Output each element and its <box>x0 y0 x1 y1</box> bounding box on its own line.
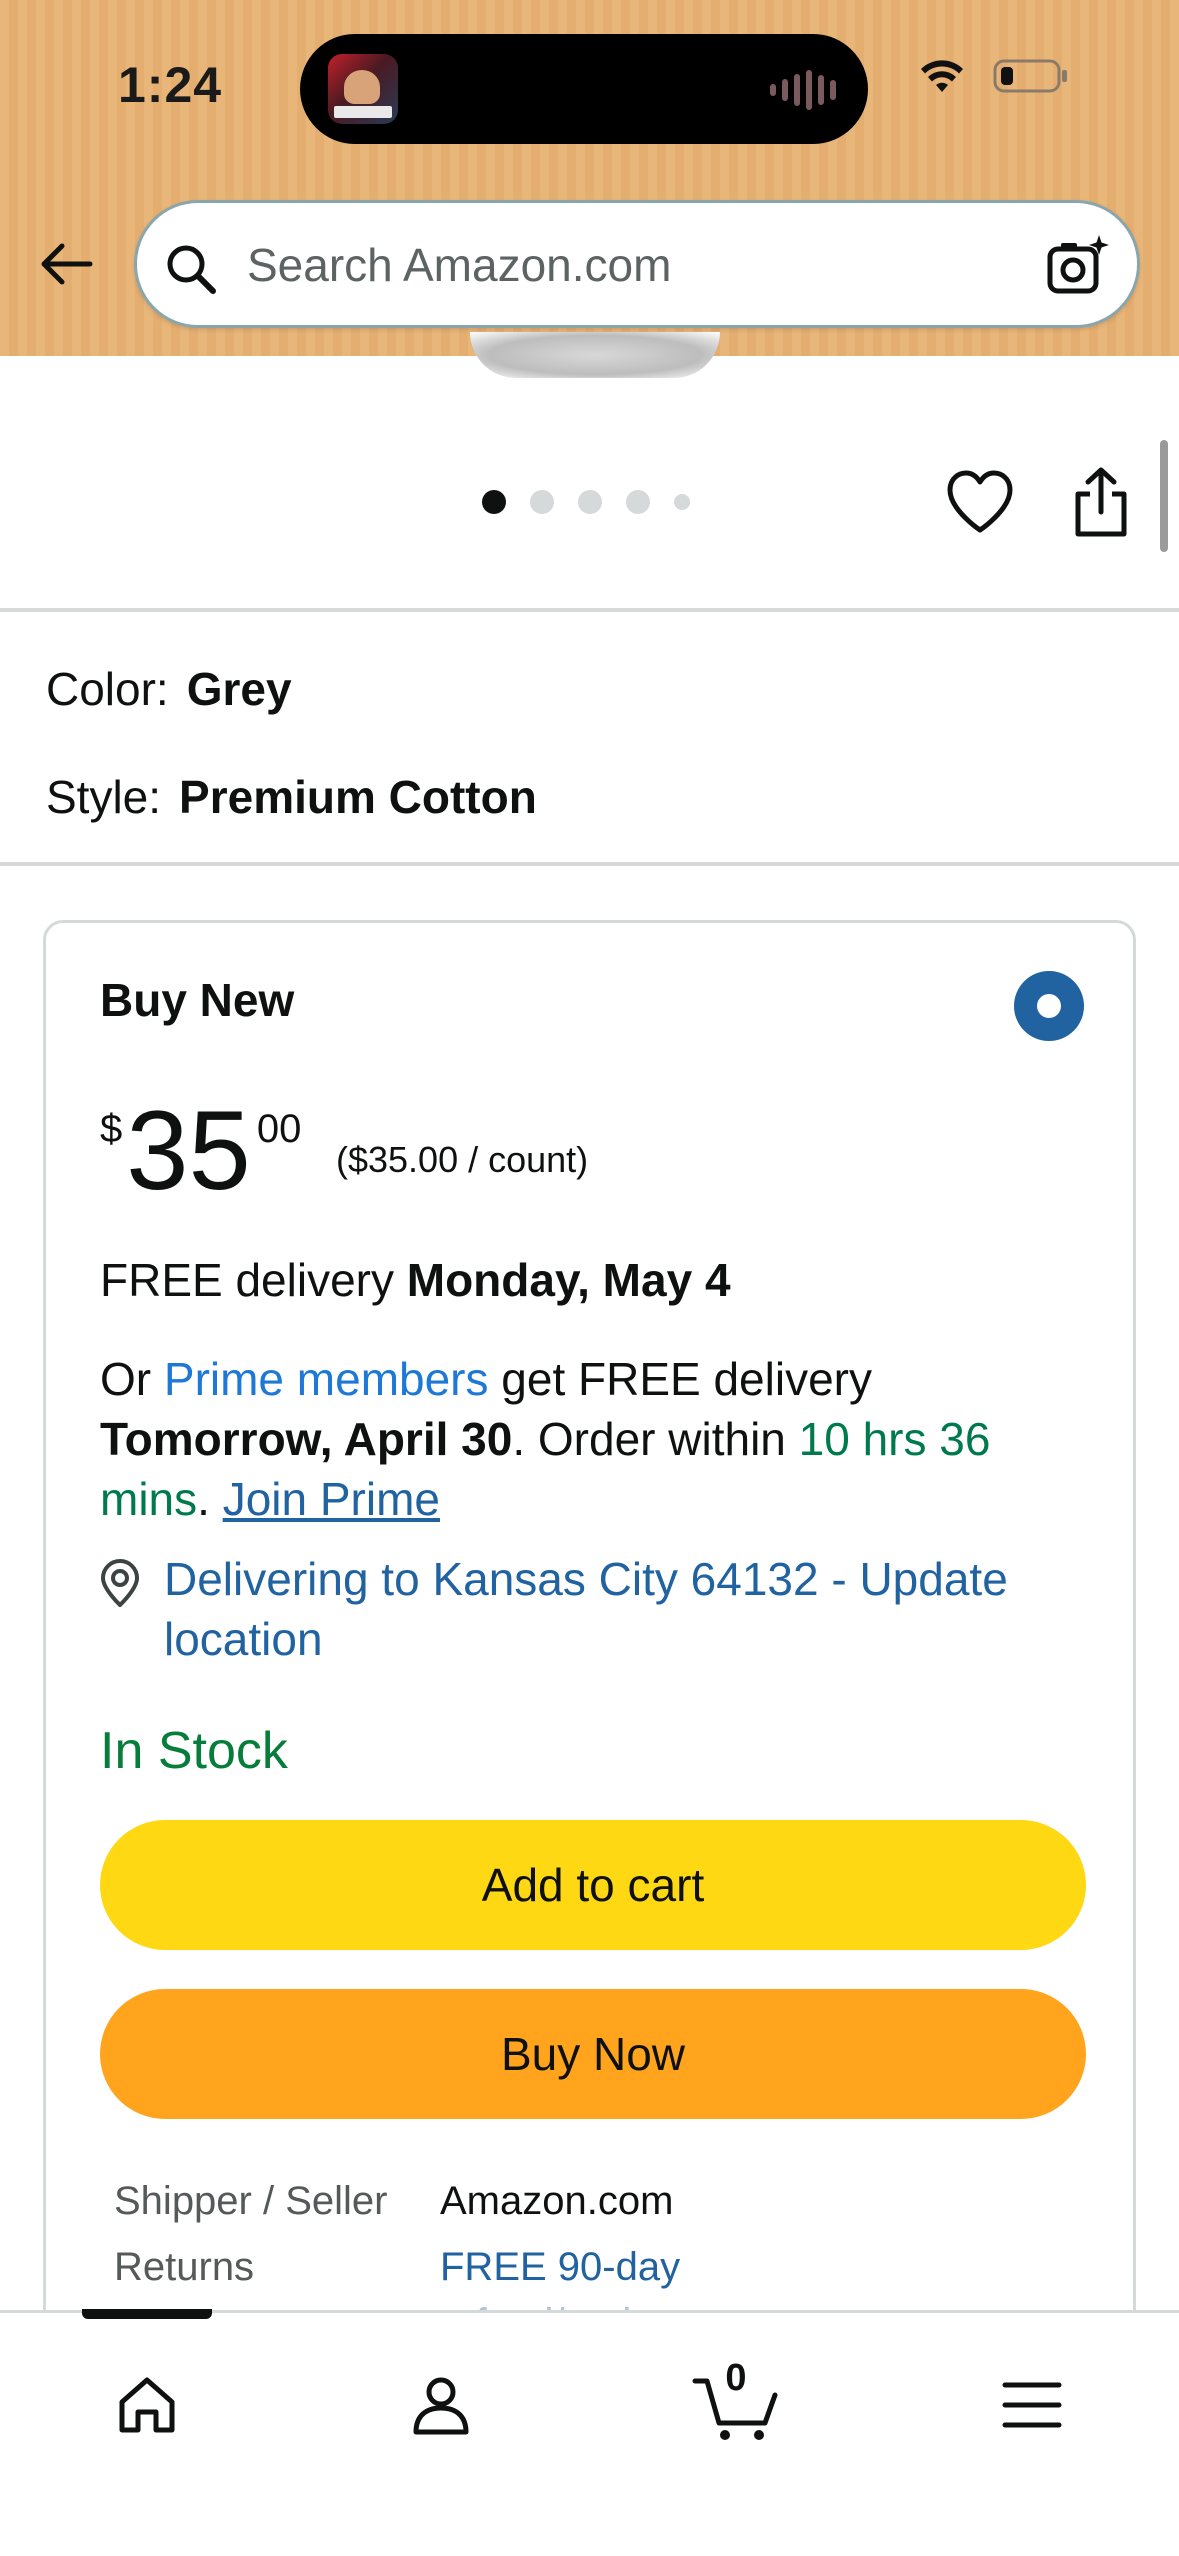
nav-account[interactable] <box>386 2355 496 2455</box>
section-divider <box>0 862 1179 866</box>
status-icons <box>919 58 1069 94</box>
carousel-dot[interactable] <box>626 490 650 514</box>
nav-home[interactable] <box>92 2355 202 2455</box>
audio-waveform-icon <box>770 70 836 110</box>
location-pin-icon <box>101 1559 139 1607</box>
battery-icon <box>993 59 1067 93</box>
join-prime-link[interactable]: Join Prime <box>223 1473 440 1525</box>
order-within: . Order within <box>512 1413 799 1465</box>
search-icon <box>167 245 216 294</box>
camera-search-icon[interactable] <box>1045 233 1111 299</box>
carousel-dot[interactable] <box>674 494 690 510</box>
cart-count-badge: 0 <box>725 2357 747 2399</box>
info-label: Shipper / Seller <box>114 2179 388 2223</box>
prime-middle: get FREE delivery <box>488 1353 872 1405</box>
delivery-prefix: FREE delivery <box>100 1254 407 1306</box>
price-fraction: 00 <box>256 1107 302 1151</box>
prime-delivery-info: Or Prime members get FREE delivery Tomor… <box>100 1349 1100 1529</box>
carousel-dot[interactable] <box>578 490 602 514</box>
prime-delivery-date: Tomorrow, April 30 <box>100 1413 513 1465</box>
prime-members-link[interactable]: Prime members <box>164 1353 489 1405</box>
variation-value: Premium Cotton <box>179 771 537 823</box>
price-whole: 35 <box>126 1088 251 1213</box>
variation-color[interactable]: Color: Grey <box>46 662 292 716</box>
nav-cart[interactable]: 0 <box>681 2355 791 2455</box>
person-icon <box>413 2377 469 2435</box>
buy-new-title: Buy New <box>100 974 295 1026</box>
now-playing-artwork <box>328 54 398 124</box>
info-label: Returns <box>114 2245 255 2289</box>
stock-status: In Stock <box>100 1722 288 1780</box>
back-arrow-icon[interactable] <box>34 232 98 296</box>
carousel-dot[interactable] <box>530 490 554 514</box>
wifi-icon <box>921 60 963 92</box>
returns-link[interactable]: FREE 90-day <box>440 2245 680 2290</box>
active-tab-indicator <box>82 2309 212 2319</box>
price: $ 35 00 <box>100 1088 302 1213</box>
variation-style[interactable]: Style: Premium Cotton <box>46 770 537 824</box>
unit-price: ($35.00 / count) <box>336 1139 589 1180</box>
variation-value: Grey <box>186 663 292 715</box>
nav-menu[interactable] <box>977 2355 1087 2455</box>
scrollbar[interactable] <box>1160 440 1168 552</box>
home-icon <box>119 2377 175 2433</box>
variation-label: Color: <box>46 663 169 715</box>
delivery-location-link[interactable]: Delivering to Kansas City 64132 - Update… <box>164 1549 1104 1669</box>
menu-icon <box>1002 2382 1062 2428</box>
product-image[interactable] <box>470 332 720 378</box>
add-to-cart-button[interactable]: Add to cart <box>100 1820 1086 1950</box>
carousel-dot[interactable] <box>482 490 506 514</box>
search-bar[interactable] <box>134 200 1140 328</box>
status-time: 1:24 <box>118 57 223 113</box>
prime-period: . <box>197 1473 223 1525</box>
dynamic-island[interactable] <box>300 34 868 144</box>
price-currency: $ <box>100 1107 123 1151</box>
section-divider <box>0 608 1179 612</box>
header: 1:24 <box>0 0 1179 356</box>
prime-prefix: Or <box>100 1353 164 1405</box>
share-icon[interactable] <box>1070 466 1132 538</box>
heart-icon[interactable] <box>944 468 1016 536</box>
search-input[interactable] <box>247 227 1027 303</box>
variation-label: Style: <box>46 771 162 823</box>
info-value[interactable]: Amazon.com <box>440 2179 673 2224</box>
product-page: 1:24 Search Amazon.com Color: Grey Style… <box>0 0 1179 2556</box>
image-carousel-dots[interactable] <box>482 490 690 514</box>
delivery-info: FREE delivery Monday, May 4 <box>100 1253 731 1307</box>
buy-now-button[interactable]: Buy Now <box>100 1989 1086 2119</box>
buy-new-radio[interactable] <box>1014 971 1084 1041</box>
delivery-date: Monday, May 4 <box>406 1254 731 1306</box>
bottom-nav: 0 <box>0 2309 1179 2556</box>
